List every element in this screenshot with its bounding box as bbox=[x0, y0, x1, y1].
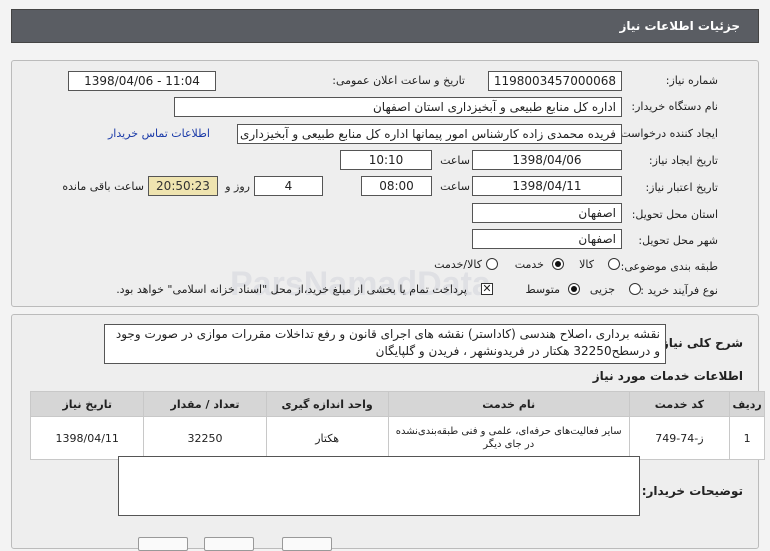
col-name: نام خدمت bbox=[387, 391, 630, 417]
category-goods-service-label: کالا/خدمت bbox=[434, 258, 482, 271]
created-time-label: ساعت bbox=[440, 154, 470, 167]
category-radio-goods-service[interactable] bbox=[486, 258, 498, 270]
buyer-notes-field bbox=[118, 456, 640, 516]
cell-qty: 32250 bbox=[143, 416, 267, 460]
remaining-label: ساعت باقی مانده bbox=[62, 180, 144, 193]
services-header-row: ردیف کد خدمت نام خدمت واحد اندازه گیری ت… bbox=[29, 391, 765, 417]
category-service-label: خدمت bbox=[514, 258, 544, 271]
cell-unit: هکتار bbox=[265, 416, 389, 460]
cell-row: 1 bbox=[729, 416, 765, 460]
page-title: جزئیات اطلاعات نیاز bbox=[619, 19, 740, 33]
payment-note: پرداخت تمام یا بخشی از مبلغ خرید،از محل … bbox=[116, 283, 467, 296]
buyer-notes-label: توضیحات خریدار: bbox=[641, 484, 743, 498]
creator-field: فریده محمدی زاده کارشناس امور پیمانها اد… bbox=[237, 124, 622, 144]
services-title: اطلاعات خدمات مورد نیاز bbox=[592, 369, 743, 383]
table-row: 1 ز-74-749 سایر فعالیت‌های حرفه‌ای، علمی… bbox=[29, 416, 765, 460]
process-radio-medium[interactable] bbox=[568, 283, 580, 295]
remaining-days-field: 4 bbox=[254, 176, 323, 196]
action-button-right[interactable] bbox=[282, 537, 332, 551]
validity-time-label: ساعت bbox=[440, 180, 470, 193]
announce-field: 1398/04/06 - 11:04 bbox=[68, 71, 216, 91]
cell-code: ز-74-749 bbox=[628, 416, 731, 460]
description-label: شرح کلی نیاز: bbox=[657, 336, 743, 350]
contact-info-link[interactable]: اطلاعات تماس خریدار bbox=[108, 127, 210, 140]
process-label: نوع فرآیند خرید : bbox=[640, 284, 718, 297]
page-header: جزئیات اطلاعات نیاز bbox=[11, 9, 759, 43]
category-goods-label: کالا bbox=[579, 258, 594, 271]
description-box: نقشه برداری ،اصلاح هندسی (کاداستر) نقشه … bbox=[104, 324, 666, 364]
description-text: نقشه برداری ،اصلاح هندسی (کاداستر) نقشه … bbox=[115, 327, 660, 358]
cell-name: سایر فعالیت‌های حرفه‌ای، علمی و فنی طبقه… bbox=[387, 416, 630, 460]
need-number-field: 1198003457000068 bbox=[488, 71, 622, 91]
province-field: اصفهان bbox=[472, 203, 622, 223]
created-date-field: 1398/04/06 bbox=[472, 150, 622, 170]
buyer-org-field: اداره کل منابع طبیعی و آبخیزداری استان ا… bbox=[174, 97, 622, 117]
remaining-time-field: 20:50:23 bbox=[148, 176, 218, 196]
action-button-left[interactable] bbox=[138, 537, 188, 551]
col-qty: تعداد / مقدار bbox=[143, 391, 267, 417]
action-button-middle[interactable] bbox=[204, 537, 254, 551]
cell-date: 1398/04/11 bbox=[29, 416, 145, 460]
treasury-checkbox[interactable]: ✕ bbox=[481, 283, 493, 295]
validity-date-label: تاریخ اعتبار نیاز: bbox=[645, 181, 718, 194]
col-row: ردیف bbox=[729, 391, 765, 417]
validity-time-field: 08:00 bbox=[361, 176, 432, 196]
creator-label: ایجاد کننده درخواست: bbox=[616, 127, 718, 140]
services-table: ردیف کد خدمت نام خدمت واحد اندازه گیری ت… bbox=[29, 391, 765, 460]
city-label: شهر محل تحویل: bbox=[638, 234, 718, 247]
category-radio-service[interactable] bbox=[552, 258, 564, 270]
created-date-label: تاریخ ایجاد نیاز: bbox=[648, 154, 718, 167]
buyer-org-label: نام دستگاه خریدار: bbox=[631, 100, 718, 113]
col-date: تاریخ نیاز bbox=[29, 391, 145, 417]
col-code: کد خدمت bbox=[628, 391, 731, 417]
category-radio-goods[interactable] bbox=[608, 258, 620, 270]
province-label: استان محل تحویل: bbox=[631, 208, 718, 221]
validity-date-field: 1398/04/11 bbox=[472, 176, 622, 196]
category-label: طبقه بندی موضوعی: bbox=[620, 260, 718, 273]
created-time-field: 10:10 bbox=[340, 150, 432, 170]
col-unit: واحد اندازه گیری bbox=[265, 391, 389, 417]
days-label: روز و bbox=[225, 180, 250, 193]
need-number-label: شماره نیاز: bbox=[665, 74, 718, 87]
announce-label: تاریخ و ساعت اعلان عمومی: bbox=[332, 74, 465, 87]
city-field: اصفهان bbox=[472, 229, 622, 249]
process-minor-label: جزیی bbox=[589, 283, 615, 296]
process-radio-minor[interactable] bbox=[629, 283, 641, 295]
process-medium-label: متوسط bbox=[525, 283, 560, 296]
